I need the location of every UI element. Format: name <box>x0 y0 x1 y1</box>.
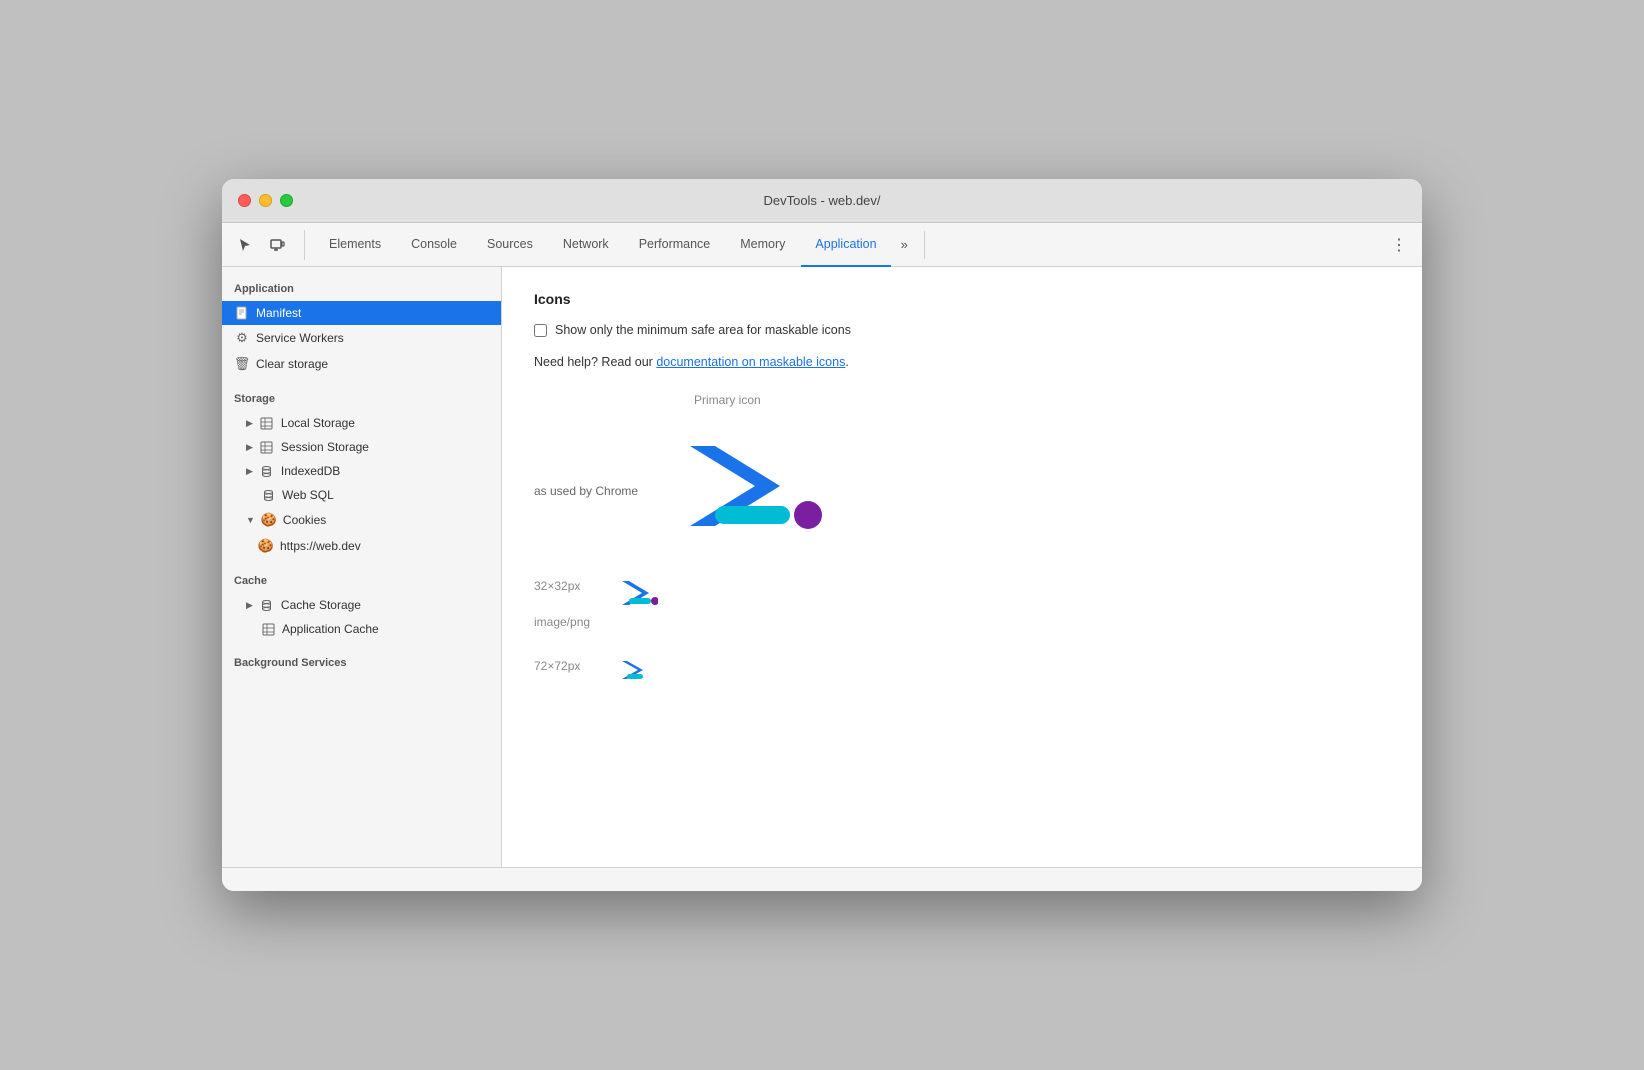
sidebar-section-storage: Storage <box>222 377 501 411</box>
sidebar-item-manifest[interactable]: Manifest <box>222 301 501 325</box>
sidebar-item-local-storage[interactable]: ▶ Local Storage <box>222 411 501 435</box>
tab-elements[interactable]: Elements <box>315 223 395 267</box>
sidebar-item-cache-storage[interactable]: ▶ Cache Storage <box>222 593 501 617</box>
section-title: Icons <box>534 291 1390 307</box>
help-text-suffix: . <box>845 355 848 369</box>
sidebar-item-indexeddb[interactable]: ▶ IndexedDB <box>222 459 501 483</box>
traffic-lights <box>238 194 293 207</box>
size-72-section: 72×72px <box>534 655 1390 685</box>
sidebar-item-app-cache[interactable]: Application Cache <box>222 617 501 641</box>
size-72-label: 72×72px <box>534 659 604 673</box>
help-text-prefix: Need help? Read our <box>534 355 656 369</box>
primary-icon-svg <box>670 431 830 551</box>
maximize-button[interactable] <box>280 194 293 207</box>
tab-performance[interactable]: Performance <box>625 223 725 267</box>
table-icon <box>259 417 275 430</box>
expand-triangle-icon: ▶ <box>246 442 253 453</box>
device-icon[interactable] <box>262 230 292 260</box>
sidebar-section-application: Application <box>222 267 501 301</box>
tab-console[interactable]: Console <box>397 223 471 267</box>
sidebar-section-cache: Cache <box>222 559 501 593</box>
table-icon <box>260 623 276 636</box>
sidebar-item-session-storage[interactable]: ▶ Session Storage <box>222 435 501 459</box>
tab-application[interactable]: Application <box>801 223 890 267</box>
size-72-row: 72×72px <box>534 659 1390 685</box>
cookie-small-icon: 🍪 <box>258 538 274 554</box>
devtools-window: DevTools - web.dev/ Elements Console Sou… <box>222 179 1422 891</box>
sidebar-item-service-workers[interactable]: ⚙ Service Workers <box>222 325 501 351</box>
size-32-label: 32×32px <box>534 579 604 593</box>
sidebar-item-web-sql[interactable]: Web SQL <box>222 483 501 507</box>
sidebar: Application Manifest ⚙ Service Workers <box>222 267 502 867</box>
size-32-row: 32×32px <box>534 579 1390 611</box>
expand-triangle-icon: ▶ <box>246 466 253 477</box>
tab-memory[interactable]: Memory <box>726 223 799 267</box>
cookie-icon: 🍪 <box>261 512 277 528</box>
maskable-icons-row: Show only the minimum safe area for mask… <box>534 323 1390 337</box>
primary-icon-row: as used by Chrome <box>534 431 1390 551</box>
sidebar-item-clear-storage[interactable]: 🗑 Clear storage <box>222 351 501 377</box>
maskable-icons-checkbox[interactable] <box>534 324 547 337</box>
expand-triangle-icon: ▶ <box>246 600 253 611</box>
tab-network[interactable]: Network <box>549 223 623 267</box>
sidebar-item-manifest-label: Manifest <box>256 306 301 320</box>
window-title: DevTools - web.dev/ <box>763 193 880 208</box>
close-button[interactable] <box>238 194 251 207</box>
sidebar-item-web-sql-label: Web SQL <box>282 488 334 502</box>
icon-preview-area: Primary icon as used by Chrome <box>534 393 1390 685</box>
help-text: Need help? Read our documentation on mas… <box>534 355 1390 369</box>
sidebar-item-service-workers-label: Service Workers <box>256 331 344 345</box>
primary-icon-display <box>670 431 830 551</box>
toolbar: Elements Console Sources Network Perform… <box>222 223 1422 267</box>
gear-icon: ⚙ <box>234 330 250 346</box>
size-32-icon <box>620 579 658 611</box>
sidebar-item-cookies[interactable]: ▼ 🍪 Cookies <box>222 507 501 533</box>
devtools-menu-button[interactable]: ⋮ <box>1384 230 1414 260</box>
sidebar-item-cache-storage-label: Cache Storage <box>281 598 361 612</box>
cursor-icon[interactable] <box>230 230 260 260</box>
maskable-icons-label[interactable]: Show only the minimum safe area for mask… <box>555 323 851 337</box>
tab-sources[interactable]: Sources <box>473 223 547 267</box>
file-icon <box>234 306 250 320</box>
toolbar-divider <box>924 231 925 259</box>
sidebar-item-cookies-label: Cookies <box>283 513 326 527</box>
sidebar-item-local-storage-label: Local Storage <box>281 416 355 430</box>
expand-triangle-icon: ▶ <box>246 418 253 429</box>
sidebar-item-cookies-webdev[interactable]: 🍪 https://web.dev <box>222 533 501 559</box>
table-icon <box>259 441 275 454</box>
main-area: Application Manifest ⚙ Service Workers <box>222 267 1422 867</box>
titlebar: DevTools - web.dev/ <box>222 179 1422 223</box>
minimize-button[interactable] <box>259 194 272 207</box>
size-72-icon <box>620 659 650 685</box>
tab-overflow-button[interactable]: » <box>893 223 916 267</box>
sidebar-item-clear-storage-label: Clear storage <box>256 357 328 371</box>
primary-icon-chrome-label: as used by Chrome <box>534 484 654 498</box>
content-area: Icons Show only the minimum safe area fo… <box>502 267 1422 867</box>
sidebar-item-app-cache-label: Application Cache <box>282 622 379 636</box>
help-link[interactable]: documentation on maskable icons <box>656 355 845 369</box>
primary-icon-label: Primary icon <box>694 393 1390 407</box>
sidebar-item-session-storage-label: Session Storage <box>281 440 369 454</box>
toolbar-icons <box>230 230 305 260</box>
type-32-label: image/png <box>534 613 1390 631</box>
size-32-section: 32×32px image/png <box>534 575 1390 631</box>
sidebar-item-cookies-webdev-label: https://web.dev <box>280 539 361 553</box>
cylinder-icon <box>260 489 276 502</box>
status-bar <box>222 867 1422 891</box>
sidebar-section-background-services: Background Services <box>222 641 501 675</box>
expand-triangle-down-icon: ▼ <box>246 515 255 525</box>
trash-icon: 🗑 <box>234 356 250 372</box>
cylinder-icon <box>259 599 275 612</box>
cylinder-icon <box>259 465 275 478</box>
sidebar-item-indexeddb-label: IndexedDB <box>281 464 340 478</box>
